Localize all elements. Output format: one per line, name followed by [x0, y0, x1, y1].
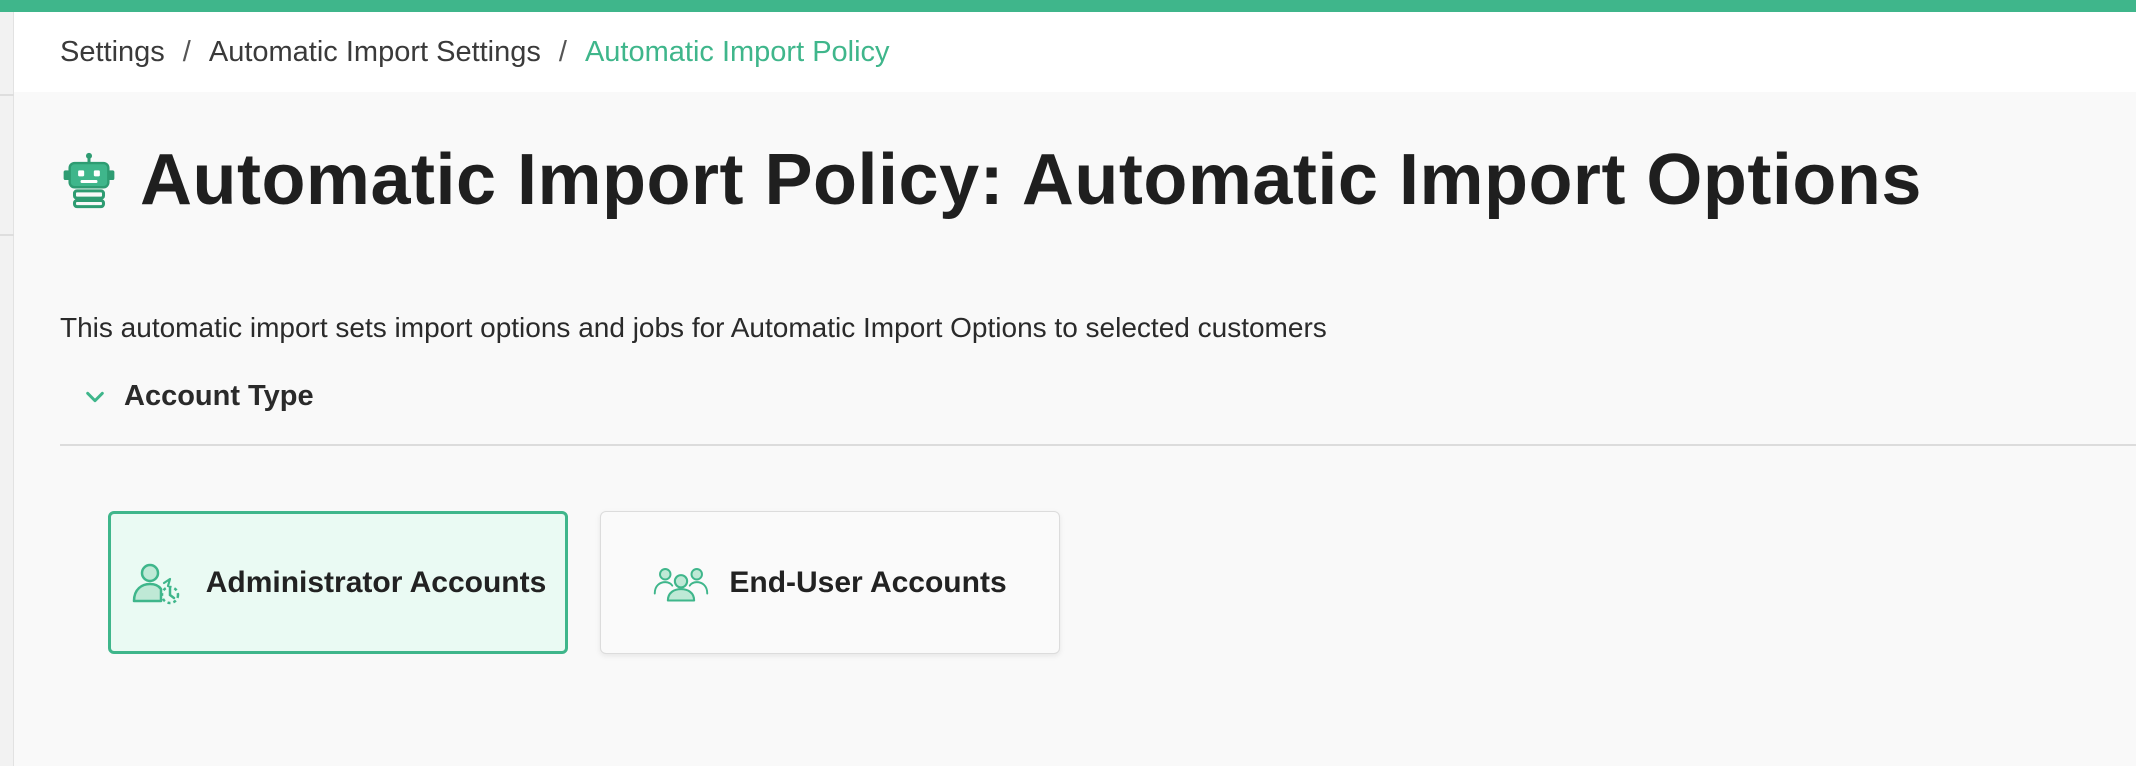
breadcrumb-current: Automatic Import Policy [584, 35, 890, 68]
page-header: Automatic Import Policy: Automatic Impor… [60, 138, 1922, 222]
administrator-accounts-card[interactable]: Administrator Accounts [108, 511, 568, 654]
breadcrumb-automatic-import-settings[interactable]: Automatic Import Settings [209, 36, 541, 69]
breadcrumb: Settings / Automatic Import Settings / A… [14, 12, 2136, 92]
policy-description: This automatic import sets import option… [60, 312, 1327, 343]
section-divider [60, 444, 2136, 446]
page-title: Automatic Import Policy: Automatic Impor… [140, 140, 1922, 220]
breadcrumb-settings[interactable]: Settings [60, 36, 165, 69]
left-rail [0, 12, 14, 766]
top-accent-bar [0, 0, 2136, 12]
chevron-down-icon [86, 391, 104, 402]
account-type-toggle[interactable]: Account Type [84, 380, 314, 413]
administrator-accounts-label: Administrator Accounts [205, 565, 547, 599]
end-user-accounts-card[interactable]: End-User Accounts [600, 511, 1060, 654]
admin-user-icon [132, 563, 179, 604]
breadcrumb-separator: / [558, 35, 567, 68]
users-group-icon [654, 567, 709, 602]
rail-divider [0, 94, 14, 96]
section-label: Account Type [124, 380, 314, 412]
robot-icon [63, 152, 115, 209]
rail-divider [0, 234, 14, 236]
end-user-accounts-label: End-User Accounts [729, 565, 1007, 599]
breadcrumb-separator: / [182, 35, 191, 68]
